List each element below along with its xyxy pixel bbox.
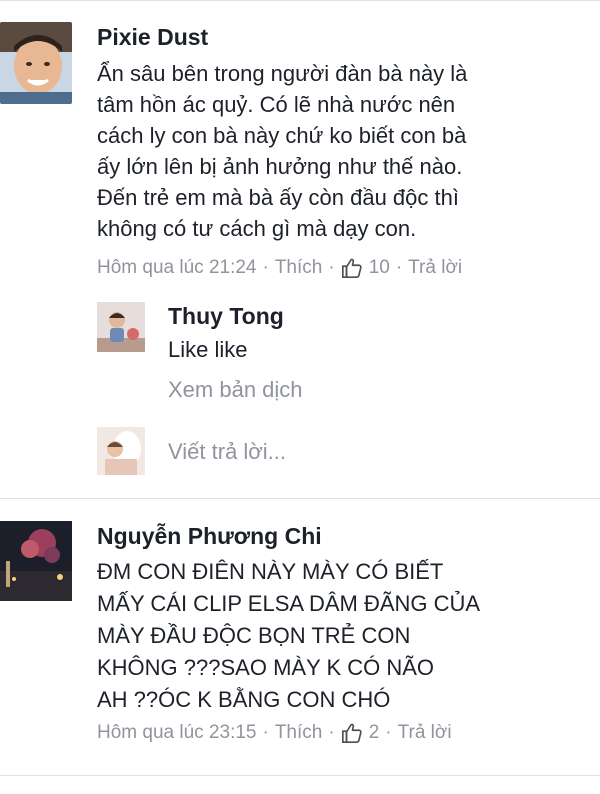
- avatar[interactable]: [0, 521, 72, 601]
- comment-text-line: Đến trẻ em mà bà ấy còn đầu độc thì: [97, 185, 459, 210]
- comment-item: Pixie Dust Ẩn sâu bên trong người đàn bà…: [0, 0, 600, 300]
- comment-text: ĐM CON ĐIÊN NÀY MÀY CÓ BIẾT MẤY CÁI CLIP…: [97, 556, 597, 716]
- comment-text-line: không có tư cách gì mà dạy con.: [97, 216, 417, 241]
- like-button[interactable]: Thích: [275, 257, 323, 279]
- reply-composer: Viết trả lời...: [0, 425, 600, 485]
- like-count[interactable]: 10: [369, 257, 390, 279]
- reply-author[interactable]: Thuy Tong: [168, 303, 284, 330]
- separator-dot: ·: [385, 722, 392, 743]
- like-count[interactable]: 2: [369, 722, 380, 744]
- like-button[interactable]: Thích: [275, 722, 323, 744]
- see-translation-link[interactable]: Xem bản dịch: [168, 377, 303, 403]
- timestamp[interactable]: Hôm qua lúc 23:15: [97, 722, 257, 744]
- comment-text-line: ấy lớn lên bị ảnh hưởng như thế nào.: [97, 154, 463, 179]
- separator-dot: ·: [328, 722, 335, 743]
- thumbs-up-icon[interactable]: [341, 257, 363, 279]
- comment-text-line: AH ??ÓC K BẰNG CON CHÓ: [97, 687, 391, 712]
- timestamp[interactable]: Hôm qua lúc 21:24: [97, 257, 257, 279]
- reply-item: Thuy Tong Like like Xem bản dịch: [0, 300, 600, 420]
- comment-meta: Hôm qua lúc 21:24 · Thích · 10 · Trả lời: [97, 257, 462, 279]
- comment-text-line: ĐM CON ĐIÊN NÀY MÀY CÓ BIẾT: [97, 559, 444, 584]
- reply-button[interactable]: Trả lời: [408, 257, 462, 279]
- avatar[interactable]: [0, 22, 72, 104]
- thumbs-up-icon[interactable]: [341, 722, 363, 744]
- comment-text-line: cách ly con bà này chứ ko biết con bà: [97, 123, 467, 148]
- comment-author[interactable]: Pixie Dust: [97, 24, 208, 51]
- reply-avatar-image: [97, 302, 145, 352]
- avatar-image: [0, 22, 72, 104]
- reply-input[interactable]: Viết trả lời...: [168, 439, 286, 465]
- reply-button[interactable]: Trả lời: [398, 722, 452, 744]
- avatar-image: [0, 521, 72, 601]
- comment-text: Ẩn sâu bên trong người đàn bà này là tâm…: [97, 58, 597, 244]
- current-user-avatar: [97, 427, 145, 475]
- comment-text-line: MÀY ĐẦU ĐỘC BỌN TRẺ CON: [97, 623, 411, 648]
- comment-text-line: Ẩn sâu bên trong người đàn bà này là: [97, 61, 468, 86]
- reply-avatar[interactable]: [97, 302, 145, 352]
- current-user-avatar-image: [97, 427, 145, 475]
- comment-item: Nguyễn Phương Chi ĐM CON ĐIÊN NÀY MÀY CÓ…: [0, 499, 600, 769]
- separator-dot: ·: [395, 257, 403, 278]
- comment-meta: Hôm qua lúc 23:15 · Thích · 2 · Trả lời: [97, 722, 452, 744]
- separator-dot: ·: [262, 722, 269, 743]
- comment-text-line: KHÔNG ???SAO MÀY K CÓ NÃO: [97, 655, 435, 680]
- separator-dot: ·: [262, 257, 269, 278]
- separator-dot: ·: [328, 257, 335, 278]
- comment-text-line: MẤY CÁI CLIP ELSA DÂM ĐÃNG CỦA: [97, 591, 481, 616]
- bottom-divider: [0, 775, 600, 776]
- comment-text-line: tâm hồn ác quỷ. Có lẽ nhà nước nên: [97, 92, 456, 117]
- comment-author[interactable]: Nguyễn Phương Chi: [97, 523, 322, 550]
- reply-text: Like like: [168, 337, 248, 362]
